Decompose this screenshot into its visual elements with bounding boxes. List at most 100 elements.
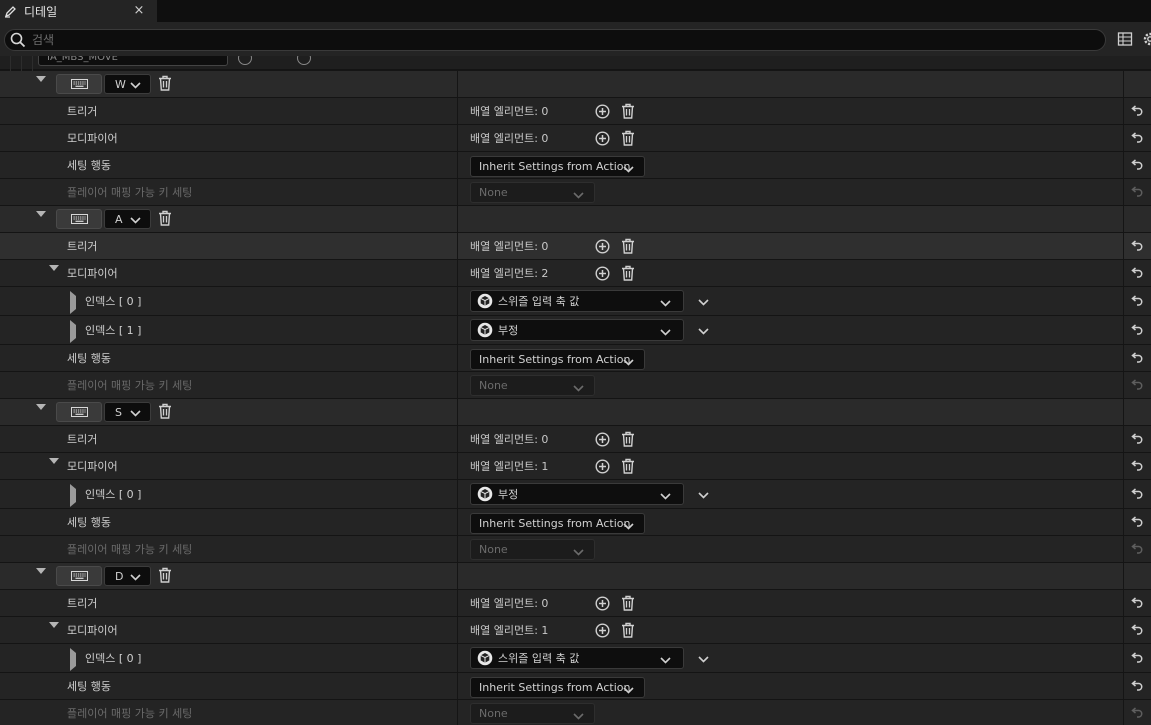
expand-arrow-icon[interactable] — [49, 265, 59, 284]
expand-options-icon[interactable] — [698, 325, 709, 338]
add-element-icon[interactable] — [595, 239, 610, 254]
trash-icon[interactable] — [621, 265, 635, 281]
property-label-text: 트리거 — [67, 105, 98, 118]
reset-to-default-icon[interactable] — [1131, 487, 1144, 502]
reset-to-default-icon[interactable] — [1131, 185, 1144, 200]
keyboard-key-button[interactable] — [56, 74, 102, 94]
settings-behavior-select[interactable]: Inherit Settings from Action — [470, 513, 645, 534]
property-label: 세팅 행동 — [67, 673, 111, 699]
reset-to-default-icon[interactable] — [1131, 459, 1144, 474]
browse-icon[interactable] — [238, 56, 252, 65]
reset-cell — [1123, 644, 1151, 672]
modifier-type-select[interactable]: 부정 — [470, 319, 684, 341]
modifier-type-select[interactable]: 스위즐 입력 축 값 — [470, 647, 684, 669]
delete-mapping-icon[interactable] — [158, 403, 174, 421]
reset-to-default-icon[interactable] — [1131, 239, 1144, 254]
trash-icon[interactable] — [621, 238, 635, 254]
value-cell: 스위즐 입력 축 값 — [457, 644, 1123, 672]
property-label-text: 모디파이어 — [67, 624, 118, 637]
expand-arrow-icon[interactable] — [70, 484, 76, 507]
expand-arrow-icon[interactable] — [49, 458, 59, 477]
reset-to-default-icon[interactable] — [1131, 323, 1144, 338]
reset-to-default-icon[interactable] — [1131, 623, 1144, 638]
reset-to-default-icon[interactable] — [1131, 378, 1144, 393]
add-element-icon[interactable] — [595, 104, 610, 119]
trash-icon[interactable] — [621, 130, 635, 146]
modifier-type-select[interactable]: 스위즐 입력 축 값 — [470, 290, 684, 312]
add-element-icon[interactable] — [595, 459, 610, 474]
trash-icon[interactable] — [621, 622, 635, 638]
settings-behavior-select[interactable]: Inherit Settings from Action — [470, 156, 645, 177]
keyboard-key-button[interactable] — [56, 402, 102, 422]
trash-icon[interactable] — [621, 431, 635, 447]
reset-cell — [1123, 260, 1151, 286]
chevron-right-icon — [70, 291, 76, 314]
settings-behavior-select[interactable]: Inherit Settings from Action — [470, 677, 645, 698]
reset-to-default-icon[interactable] — [1131, 266, 1144, 281]
settings-behavior-value: Inherit Settings from Action — [479, 353, 631, 366]
expand-arrow-icon[interactable] — [70, 648, 76, 671]
modifier-cube-icon — [477, 486, 493, 502]
add-element-icon[interactable] — [595, 432, 610, 447]
search-box[interactable] — [4, 29, 1106, 51]
value-cell: Inherit Settings from Action — [457, 673, 1123, 699]
settings-gear-icon[interactable] — [1141, 30, 1151, 48]
add-element-icon[interactable] — [595, 623, 610, 638]
chevron-down-icon — [36, 568, 46, 587]
delete-mapping-icon[interactable] — [158, 75, 174, 93]
table-view-icon[interactable] — [1117, 31, 1133, 47]
reset-to-default-icon[interactable] — [1131, 706, 1144, 721]
trash-icon[interactable] — [621, 103, 635, 119]
delete-mapping-icon[interactable] — [158, 567, 174, 585]
key-select[interactable]: A — [104, 209, 151, 229]
keyboard-key-button[interactable] — [56, 209, 102, 229]
expand-options-icon[interactable] — [698, 653, 709, 666]
expand-options-icon[interactable] — [698, 489, 709, 502]
property-label: 모디파이어 — [67, 125, 118, 151]
reset-to-default-icon[interactable] — [1131, 651, 1144, 666]
collapse-arrow-icon[interactable] — [36, 211, 46, 230]
reset-to-default-icon[interactable] — [1131, 515, 1144, 530]
property-label: 인덱스 [ 0 ] — [85, 644, 141, 672]
tab-details[interactable]: 디테일 × — [0, 0, 157, 22]
key-select[interactable]: D — [104, 566, 151, 586]
add-icon[interactable] — [297, 56, 311, 65]
collapse-arrow-icon[interactable] — [36, 76, 46, 95]
settings-behavior-value: Inherit Settings from Action — [479, 160, 631, 173]
trash-icon[interactable] — [621, 595, 635, 611]
trash-icon[interactable] — [621, 458, 635, 474]
expand-options-icon[interactable] — [698, 296, 709, 309]
add-element-icon[interactable] — [595, 131, 610, 146]
add-element-icon[interactable] — [595, 266, 610, 281]
reset-to-default-icon[interactable] — [1131, 596, 1144, 611]
chevron-down-icon — [49, 622, 59, 641]
reset-to-default-icon[interactable] — [1131, 158, 1144, 173]
player-mappable-select: None — [470, 539, 595, 560]
reset-to-default-icon[interactable] — [1131, 432, 1144, 447]
action-select[interactable]: IA_MBS_MOVE — [38, 56, 228, 66]
expand-arrow-icon[interactable] — [49, 622, 59, 641]
expand-arrow-icon[interactable] — [70, 291, 76, 314]
reset-to-default-icon[interactable] — [1131, 104, 1144, 119]
modifier-type-select[interactable]: 부정 — [470, 483, 684, 505]
delete-mapping-icon[interactable] — [158, 210, 174, 228]
add-element-icon[interactable] — [595, 596, 610, 611]
reset-to-default-icon[interactable] — [1131, 542, 1144, 557]
settings-behavior-select[interactable]: Inherit Settings from Action — [470, 349, 645, 370]
trigger-row: 트리거 배열 엘리먼트: 0 — [0, 98, 1151, 125]
reset-to-default-icon[interactable] — [1131, 294, 1144, 309]
keyboard-key-button[interactable] — [56, 566, 102, 586]
key-select[interactable]: W — [104, 74, 151, 94]
expand-arrow-icon[interactable] — [70, 320, 76, 343]
collapse-arrow-icon[interactable] — [36, 404, 46, 423]
reset-to-default-icon[interactable] — [1131, 351, 1144, 366]
search-input[interactable] — [32, 33, 1082, 47]
reset-to-default-icon[interactable] — [1131, 131, 1144, 146]
key-select[interactable]: S — [104, 402, 151, 422]
tab-close-button[interactable]: × — [132, 2, 146, 20]
reset-to-default-icon[interactable] — [1131, 679, 1144, 694]
key-name: A — [115, 212, 123, 226]
property-label-text: 트리거 — [67, 240, 98, 253]
collapse-arrow-icon[interactable] — [36, 568, 46, 587]
search-row — [0, 22, 1151, 56]
